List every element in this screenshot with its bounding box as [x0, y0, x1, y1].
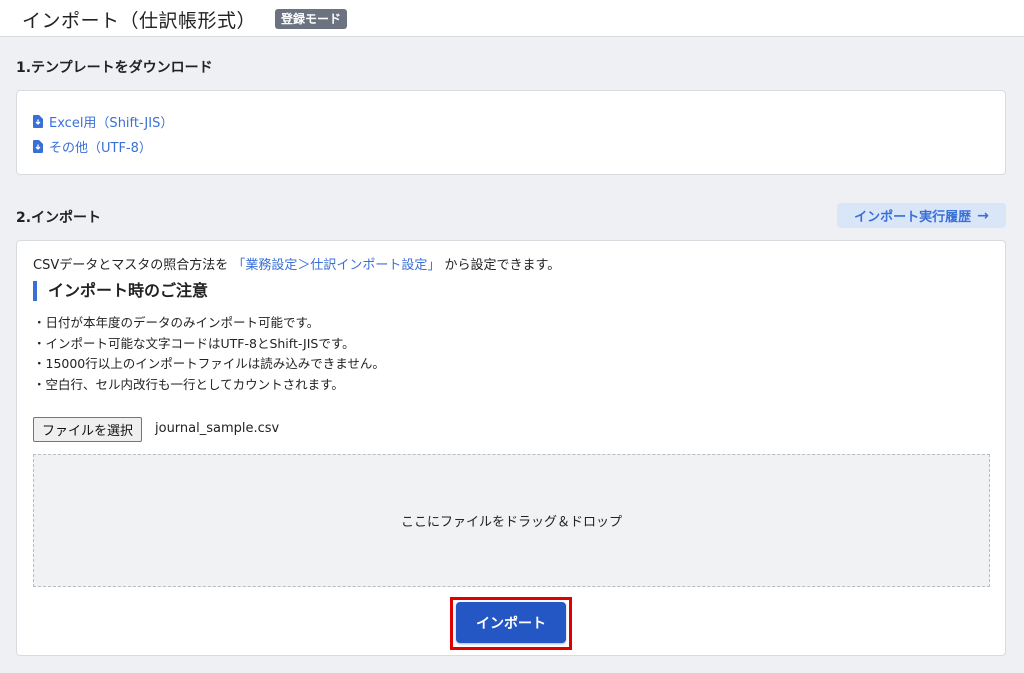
import-intro-text: CSVデータとマスタの照合方法を 「業務設定＞仕訳インポート設定」 から設定でき… [33, 254, 560, 273]
arrow-right-icon: → [977, 207, 989, 224]
drop-zone-text: ここにファイルをドラッグ＆ドロップ [400, 515, 622, 530]
intro-prefix: CSVデータとマスタの照合方法を [33, 258, 229, 273]
file-download-icon [33, 115, 43, 128]
notice-item: ・インポート可能な文字コードはUTF-8とShift-JISです。 [33, 335, 355, 351]
import-settings-link[interactable]: 「業務設定＞仕訳インポート設定」 [232, 258, 440, 273]
selected-file-name: journal_sample.csv [155, 421, 280, 436]
excel-template-label: Excel用（Shift-JIS） [49, 116, 174, 131]
template-card: Excel用（Shift-JIS） その他（UTF-8） [16, 90, 1006, 175]
notice-heading: インポート時のご注意 [33, 281, 208, 301]
import-card [16, 240, 1006, 656]
import-history-button[interactable]: インポート実行履歴 → [837, 203, 1006, 228]
file-drop-zone[interactable]: ここにファイルをドラッグ＆ドロップ [33, 454, 990, 587]
import-section-title: 2.インポート [16, 210, 102, 226]
page-title: インポート（仕訳帳形式） [22, 10, 257, 32]
intro-suffix: から設定できます。 [444, 258, 561, 273]
utf8-template-label: その他（UTF-8） [49, 141, 152, 156]
excel-template-link[interactable]: Excel用（Shift-JIS） [33, 112, 173, 131]
template-section-title: 1.テンプレートをダウンロード [16, 60, 213, 76]
utf8-template-link[interactable]: その他（UTF-8） [33, 137, 152, 156]
choose-file-button[interactable]: ファイルを選択 [33, 417, 143, 442]
notice-item: ・空白行、セル内改行も一行としてカウントされます。 [33, 376, 344, 392]
notice-list: ・日付が本年度のデータのみインポート可能です。 ・インポート可能な文字コードはU… [33, 313, 385, 395]
notice-item: ・15000行以上のインポートファイルは読み込みできません。 [33, 356, 385, 371]
mode-badge: 登録モード [275, 9, 348, 29]
import-button[interactable]: インポート [456, 602, 566, 643]
file-download-icon [33, 140, 43, 153]
page-header: インポート（仕訳帳形式） 登録モード [0, 0, 1024, 37]
import-history-label: インポート実行履歴 [854, 210, 972, 225]
notice-item: ・日付が本年度のデータのみインポート可能です。 [33, 315, 320, 330]
